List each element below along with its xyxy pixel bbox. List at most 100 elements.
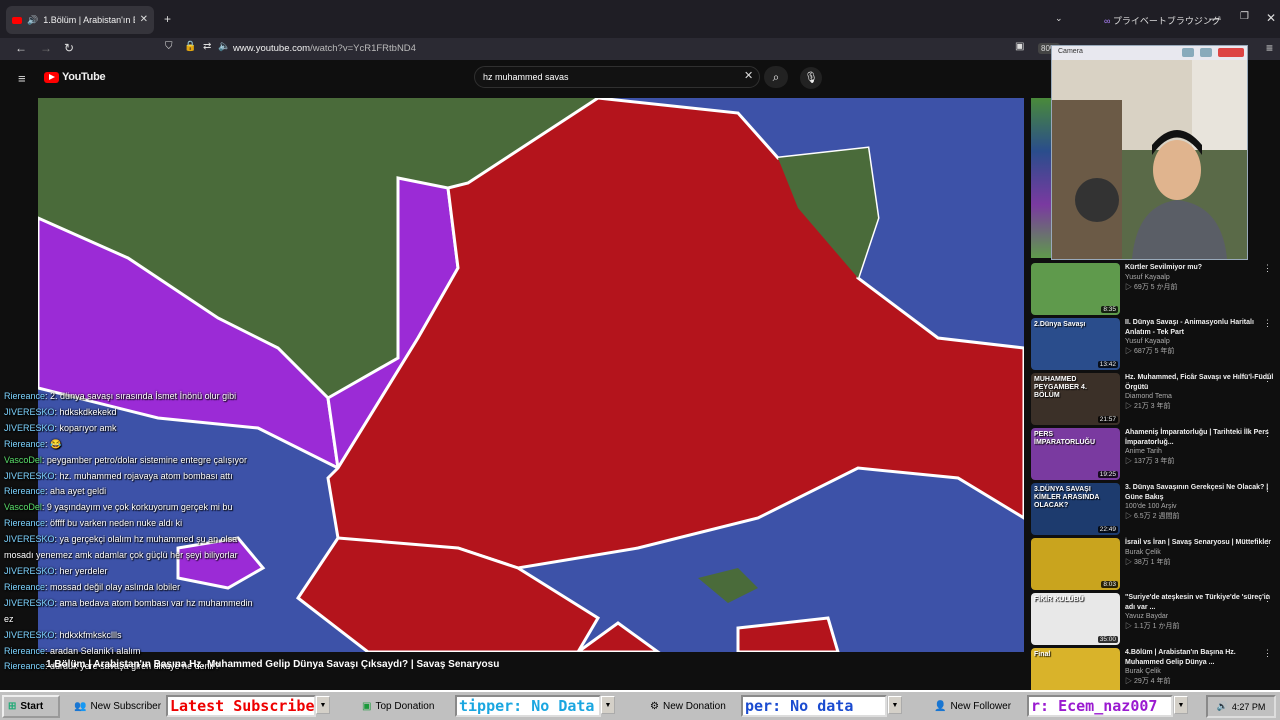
chat-message: JIVERESKO: hdkxkfmkskcllls: [4, 629, 122, 640]
chat-text: peygamber petro/dolar sistemine entegre …: [46, 454, 247, 465]
chat-message: JIVERESKO: koparıyor amk: [4, 422, 117, 433]
camera-maximize-button[interactable]: [1200, 48, 1212, 57]
youtube-logo[interactable]: YouTube: [44, 71, 106, 83]
voice-search-button[interactable]: 🎙: [800, 67, 822, 89]
video-thumbnail[interactable]: 8:35: [1031, 263, 1120, 315]
channel-name[interactable]: Burak Çelik: [1125, 548, 1276, 558]
dropdown-arrow-4[interactable]: ▼: [1174, 696, 1188, 714]
more-options-icon[interactable]: ⋮: [1263, 538, 1272, 549]
recommendation-item[interactable]: 2.Dünya Savaşı 13:42 II. Dünya Savaşı - An…: [1031, 318, 1276, 370]
chat-username: Riereance: [4, 486, 46, 497]
camera-minimize-button[interactable]: [1182, 48, 1194, 57]
forward-icon[interactable]: →: [40, 42, 52, 54]
maximize-window-icon[interactable]: ❐: [1240, 12, 1249, 22]
channel-name[interactable]: Yavuz Baydar: [1125, 612, 1276, 622]
video-thumbnail[interactable]: PERS İMPARATORLUĞU 19:25: [1031, 428, 1120, 480]
back-icon[interactable]: ←: [15, 42, 27, 54]
recommendation-item[interactable]: 3.DÜNYA SAVAŞI KİMLER ARASINDA OLACAK? 22…: [1031, 483, 1276, 535]
dropdown-arrow-1[interactable]: ▼: [316, 696, 330, 714]
chat-username: JIVERESKO: [4, 629, 55, 640]
search-input[interactable]: hz muhammed savas: [474, 66, 760, 88]
video-title-text[interactable]: İsrail vs İran | Savaş Senaryosu | Mütte…: [1125, 538, 1276, 548]
chevron-down-icon[interactable]: ⌄: [1055, 14, 1063, 23]
more-options-icon[interactable]: ⋮: [1263, 483, 1272, 494]
chat-message: Riereance: 2. dünya savaşı sırasında İsm…: [4, 391, 237, 401]
chat-message: Riereance: öffff bu varken neden nuke al…: [4, 518, 183, 529]
lock-icon[interactable]: 🔒: [184, 42, 196, 52]
more-options-icon[interactable]: ⋮: [1263, 373, 1272, 384]
video-thumbnail[interactable]: 2.Dünya Savaşı 13:42: [1031, 318, 1120, 370]
video-title-text[interactable]: Kürtler Sevilmiyor mu?: [1125, 263, 1276, 273]
recommendation-item[interactable]: FİKİR KULÜBÜ 35:00 "Suriye'de ateşkesin ve…: [1031, 593, 1276, 645]
chat-text: aha ayet geldi: [50, 486, 107, 497]
video-thumbnail[interactable]: MUHAMMED PEYGAMBER 4. BÖLÜM 21:57: [1031, 373, 1120, 425]
recommendation-item[interactable]: MUHAMMED PEYGAMBER 4. BÖLÜM 21:57 Hz. Muha…: [1031, 373, 1276, 425]
video-title-text[interactable]: 4.Bölüm | Arabistan'ın Başına Hz. Muhamm…: [1125, 648, 1276, 667]
person-icon: 👤: [934, 701, 947, 712]
video-info: II. Dünya Savaşı - Animasyonlu Haritalı …: [1125, 318, 1276, 370]
url-field[interactable]: www.youtube.com/watch?v=YcR1FRtbND4: [233, 43, 416, 54]
channel-name[interactable]: Yusuf Kayaalp: [1125, 337, 1276, 347]
dropdown-arrow-2[interactable]: ▼: [601, 696, 615, 714]
chat-message: Riereance: aradan Selanik'i alalım: [4, 645, 141, 656]
chat-text: hdkskdkekekd: [59, 406, 117, 417]
channel-name[interactable]: Diamond Tema: [1125, 392, 1276, 402]
channel-name[interactable]: Burak Çelik: [1125, 667, 1276, 677]
dropdown-arrow-3[interactable]: ▼: [888, 696, 902, 714]
hamburger-menu-icon[interactable]: ≡: [18, 72, 26, 85]
video-thumbnail[interactable]: 3.DÜNYA SAVAŞI KİMLER ARASINDA OLACAK? 22…: [1031, 483, 1120, 535]
mute-tab-icon[interactable]: 🔈: [218, 42, 230, 52]
video-title-text[interactable]: Hz. Muhammed, Ficâr Savaşı ve Hılfü'l-Fü…: [1125, 373, 1276, 392]
recommendation-item[interactable]: PERS İMPARATORLUĞU 19:25 Ahameniş İmparato…: [1031, 428, 1276, 480]
shelf: [1052, 100, 1122, 259]
close-tab-icon[interactable]: ✕: [140, 15, 148, 25]
search-button[interactable]: ⌕: [764, 66, 788, 88]
chat-text: öffff bu varken neden nuke aldı ki: [50, 518, 183, 529]
menu-icon[interactable]: ≡: [1266, 42, 1273, 54]
reload-icon[interactable]: ↻: [64, 42, 74, 54]
latest-subscriber-ticker: Latest Subscriber: [166, 695, 316, 717]
browser-tab[interactable]: 🔊 1.Bölüm | Arabistan'ın Başın ✕: [6, 6, 154, 34]
minimize-window-icon[interactable]: —: [1209, 12, 1221, 24]
recommendation-item[interactable]: 8:03 İsrail vs İran | Savaş Senaryosu | M…: [1031, 538, 1276, 590]
more-options-icon[interactable]: ⋮: [1263, 318, 1272, 329]
channel-name[interactable]: Yusuf Kayaalp: [1125, 273, 1276, 283]
more-options-icon[interactable]: ⋮: [1263, 648, 1272, 659]
video-thumbnail[interactable]: FİKİR KULÜBÜ 35:00: [1031, 593, 1120, 645]
browser-tab-bar: 🔊 1.Bölüm | Arabistan'ın Başın ✕ + ⌄ ∞ プ…: [0, 0, 1280, 38]
duration-badge: 35:00: [1097, 636, 1118, 643]
clear-search-icon[interactable]: ✕: [744, 71, 753, 82]
chat-username: VascoDel: [4, 502, 42, 513]
video-title-text[interactable]: 3. Dünya Savaşının Gerekçesi Ne Olacak? …: [1125, 483, 1276, 502]
recommendation-item[interactable]: 8:35 Kürtler Sevilmiyor mu? Yusuf Kayaalp ▷…: [1031, 263, 1276, 315]
close-window-icon[interactable]: ✕: [1266, 12, 1276, 24]
chat-username: JIVERESKO: [4, 422, 55, 433]
start-button[interactable]: ⊞ Start: [2, 695, 60, 718]
more-options-icon[interactable]: ⋮: [1263, 593, 1272, 604]
video-title-text[interactable]: II. Dünya Savaşı - Animasyonlu Haritalı …: [1125, 318, 1276, 337]
channel-name[interactable]: 100'de 100 Arşiv: [1125, 502, 1276, 512]
channel-name[interactable]: Anime Tarih: [1125, 447, 1276, 457]
coins-icon: ⚙: [650, 701, 659, 712]
picture-in-picture-icon[interactable]: ▣: [1015, 42, 1024, 52]
thumbnail-text: 2.Dünya Savaşı: [1034, 321, 1086, 328]
chat-message: VascoDel: 9 yaşındayım ve çok korkuyorum…: [4, 502, 233, 513]
camera-close-button[interactable]: [1218, 48, 1244, 57]
youtube-play-logo-icon: [44, 71, 59, 83]
video-title-text[interactable]: "Suriye'de ateşkesin ve Türkiye'de 'süre…: [1125, 593, 1276, 612]
video-title-text[interactable]: Ahameniş İmparatorluğu | Tarihteki İlk P…: [1125, 428, 1276, 447]
chat-text: 😂: [50, 438, 62, 449]
more-options-icon[interactable]: ⋮: [1263, 263, 1272, 274]
more-options-icon[interactable]: ⋮: [1263, 428, 1272, 439]
new-follower-ticker: r: Ecem_naz007: [1027, 695, 1173, 717]
new-tab-icon[interactable]: +: [164, 13, 171, 25]
new-donation-ticker: per: No data: [741, 695, 887, 717]
shield-icon[interactable]: ⛉: [165, 42, 173, 52]
video-title: 1.Bölüm | Arabistan'ın Başına Hz. Muhamm…: [46, 659, 500, 670]
chat-message: JIVERESKO: hdkskdkekekd: [4, 406, 117, 417]
speaker-icon[interactable]: 🔊: [27, 15, 38, 25]
permissions-icon[interactable]: ⇄: [203, 42, 211, 52]
chat-message: JIVERESKO: her yerdeler: [4, 565, 108, 576]
youtube-favicon-icon: [12, 16, 22, 24]
video-thumbnail[interactable]: 8:03: [1031, 538, 1120, 590]
